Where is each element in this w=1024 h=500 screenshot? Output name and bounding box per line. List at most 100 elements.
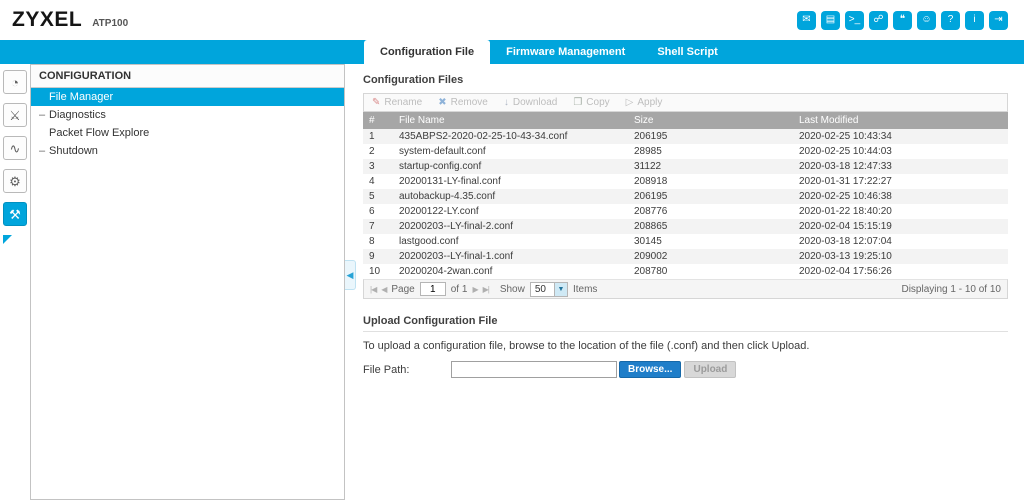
message-icon[interactable]: ✉: [797, 10, 816, 30]
page-of-label: of 1: [450, 283, 468, 295]
tab-shell-script[interactable]: Shell Script: [641, 40, 734, 64]
files-table-body: 1 435ABPS2-2020-02-25-10-43-34.conf 2061…: [363, 129, 1008, 279]
last-modified-cell[interactable]: 2020-02-04 15:15:19: [793, 219, 1008, 234]
file-size-cell[interactable]: 209002: [628, 249, 793, 264]
remove-button[interactable]: ✖ Remove: [438, 97, 488, 108]
last-modified-cell[interactable]: 2020-01-31 17:22:27: [793, 174, 1008, 189]
column-header[interactable]: Last Modified: [793, 112, 1008, 129]
table-row[interactable]: 2 system-default.conf 28985 2020-02-25 1…: [363, 144, 1008, 159]
sidebar-item-packet-flow-explore[interactable]: Packet Flow Explore: [31, 124, 344, 142]
toolbar-button-icon: ▷: [625, 96, 634, 108]
security-service-icon[interactable]: ⚔: [3, 103, 27, 127]
cli-icon[interactable]: >_: [845, 10, 864, 30]
table-row[interactable]: 1 435ABPS2-2020-02-25-10-43-34.conf 2061…: [363, 129, 1008, 144]
page-label: Page: [391, 283, 415, 295]
last-modified-cell[interactable]: 2020-03-18 12:47:33: [793, 159, 1008, 174]
file-name-cell[interactable]: startup-config.conf: [393, 159, 628, 174]
last-modified-cell[interactable]: 2020-01-22 18:40:20: [793, 204, 1008, 219]
table-row[interactable]: 9 20200203--LY-final-1.conf 209002 2020-…: [363, 249, 1008, 264]
tab-firmware-management[interactable]: Firmware Management: [490, 40, 641, 64]
next-page-icon[interactable]: ▶: [472, 285, 478, 294]
maintenance-icon[interactable]: ⚒: [3, 202, 27, 226]
toolbar-button-label: Remove: [450, 97, 488, 108]
file-number-cell[interactable]: 2: [363, 144, 393, 159]
column-header[interactable]: #: [363, 112, 393, 129]
file-number-cell[interactable]: 6: [363, 204, 393, 219]
displaying-status: Displaying 1 - 10 of 10: [901, 283, 1001, 295]
monitor-icon[interactable]: ∿: [3, 136, 27, 160]
site-map-icon[interactable]: ☍: [869, 10, 888, 30]
last-modified-cell[interactable]: 2020-03-13 19:25:10: [793, 249, 1008, 264]
file-size-cell[interactable]: 30145: [628, 234, 793, 249]
apply-button[interactable]: ▷ Apply: [626, 97, 663, 108]
last-page-icon[interactable]: ▶|: [483, 285, 490, 294]
browse-button[interactable]: Browse...: [619, 361, 682, 378]
dashboard-icon[interactable]: ◔: [3, 70, 27, 94]
last-modified-cell[interactable]: 2020-02-25 10:43:34: [793, 129, 1008, 144]
prev-page-icon[interactable]: ◀: [381, 285, 387, 294]
rename-button[interactable]: ✎ Rename: [372, 97, 422, 108]
first-page-icon[interactable]: |◀: [370, 285, 377, 294]
table-row[interactable]: 8 lastgood.conf 30145 2020-03-18 12:07:0…: [363, 234, 1008, 249]
file-size-cell[interactable]: 208780: [628, 264, 793, 279]
tab-configuration-file[interactable]: Configuration File: [364, 40, 491, 64]
file-size-cell[interactable]: 28985: [628, 144, 793, 159]
about-icon[interactable]: i: [965, 10, 984, 30]
download-button[interactable]: ↓ Download: [504, 97, 557, 108]
table-row[interactable]: 4 20200131-LY-final.conf 208918 2020-01-…: [363, 174, 1008, 189]
sidebar-collapse-handle[interactable]: ◀: [345, 260, 356, 290]
file-number-cell[interactable]: 1: [363, 129, 393, 144]
file-name-cell[interactable]: autobackup-4.35.conf: [393, 189, 628, 204]
page-number-input[interactable]: [419, 282, 446, 296]
file-number-cell[interactable]: 10: [363, 264, 393, 279]
file-number-cell[interactable]: 5: [363, 189, 393, 204]
file-name-cell[interactable]: 20200203--LY-final-1.conf: [393, 249, 628, 264]
file-size-cell[interactable]: 208776: [628, 204, 793, 219]
community-icon[interactable]: ☺: [917, 10, 936, 30]
rail-fold-decoration: [3, 235, 12, 244]
file-number-cell[interactable]: 4: [363, 174, 393, 189]
file-size-cell[interactable]: 208865: [628, 219, 793, 234]
last-modified-cell[interactable]: 2020-02-25 10:44:03: [793, 144, 1008, 159]
sidebar-item-shutdown[interactable]: – Shutdown: [31, 142, 344, 160]
file-size-cell[interactable]: 208918: [628, 174, 793, 189]
file-number-cell[interactable]: 7: [363, 219, 393, 234]
web-console-icon[interactable]: ▤: [821, 10, 840, 30]
page-size-select[interactable]: 50 ▼: [529, 281, 568, 297]
sidebar-item-file-manager[interactable]: File Manager: [31, 88, 344, 106]
last-modified-cell[interactable]: 2020-03-18 12:07:04: [793, 234, 1008, 249]
file-number-cell[interactable]: 9: [363, 249, 393, 264]
table-row[interactable]: 10 20200204-2wan.conf 208780 2020-02-04 …: [363, 264, 1008, 279]
file-name-cell[interactable]: system-default.conf: [393, 144, 628, 159]
file-name-cell[interactable]: 20200131-LY-final.conf: [393, 174, 628, 189]
column-header[interactable]: Size: [628, 112, 793, 129]
upload-button[interactable]: Upload: [684, 361, 737, 378]
last-modified-cell[interactable]: 2020-02-25 10:46:38: [793, 189, 1008, 204]
table-row[interactable]: 3 startup-config.conf 31122 2020-03-18 1…: [363, 159, 1008, 174]
configuration-icon[interactable]: ⚙: [3, 169, 27, 193]
sidebar-item-diagnostics[interactable]: – Diagnostics: [31, 106, 344, 124]
last-modified-cell[interactable]: 2020-02-04 17:56:26: [793, 264, 1008, 279]
table-row[interactable]: 6 20200122-LY.conf 208776 2020-01-22 18:…: [363, 204, 1008, 219]
toolbar-button-label: Rename: [384, 97, 423, 108]
file-name-cell[interactable]: 20200203--LY-final-2.conf: [393, 219, 628, 234]
forum-icon[interactable]: ❝: [893, 10, 912, 30]
file-name-cell[interactable]: 20200204-2wan.conf: [393, 264, 628, 279]
copy-button[interactable]: ❐ Copy: [573, 97, 609, 108]
file-size-cell[interactable]: 206195: [628, 189, 793, 204]
table-row[interactable]: 5 autobackup-4.35.conf 206195 2020-02-25…: [363, 189, 1008, 204]
logout-icon[interactable]: ⇥: [989, 10, 1008, 30]
file-number-cell[interactable]: 3: [363, 159, 393, 174]
file-name-cell[interactable]: lastgood.conf: [393, 234, 628, 249]
file-name-cell[interactable]: 435ABPS2-2020-02-25-10-43-34.conf: [393, 129, 628, 144]
toolbar-button-label: Copy: [586, 97, 610, 108]
file-name-cell[interactable]: 20200122-LY.conf: [393, 204, 628, 219]
file-size-cell[interactable]: 206195: [628, 129, 793, 144]
file-number-cell[interactable]: 8: [363, 234, 393, 249]
help-icon[interactable]: ?: [941, 10, 960, 30]
files-table: # File Name Size Last Modified 1 435ABPS…: [363, 112, 1008, 279]
table-row[interactable]: 7 20200203--LY-final-2.conf 208865 2020-…: [363, 219, 1008, 234]
column-header[interactable]: File Name: [393, 112, 628, 129]
file-size-cell[interactable]: 31122: [628, 159, 793, 174]
file-path-input[interactable]: [451, 361, 617, 378]
